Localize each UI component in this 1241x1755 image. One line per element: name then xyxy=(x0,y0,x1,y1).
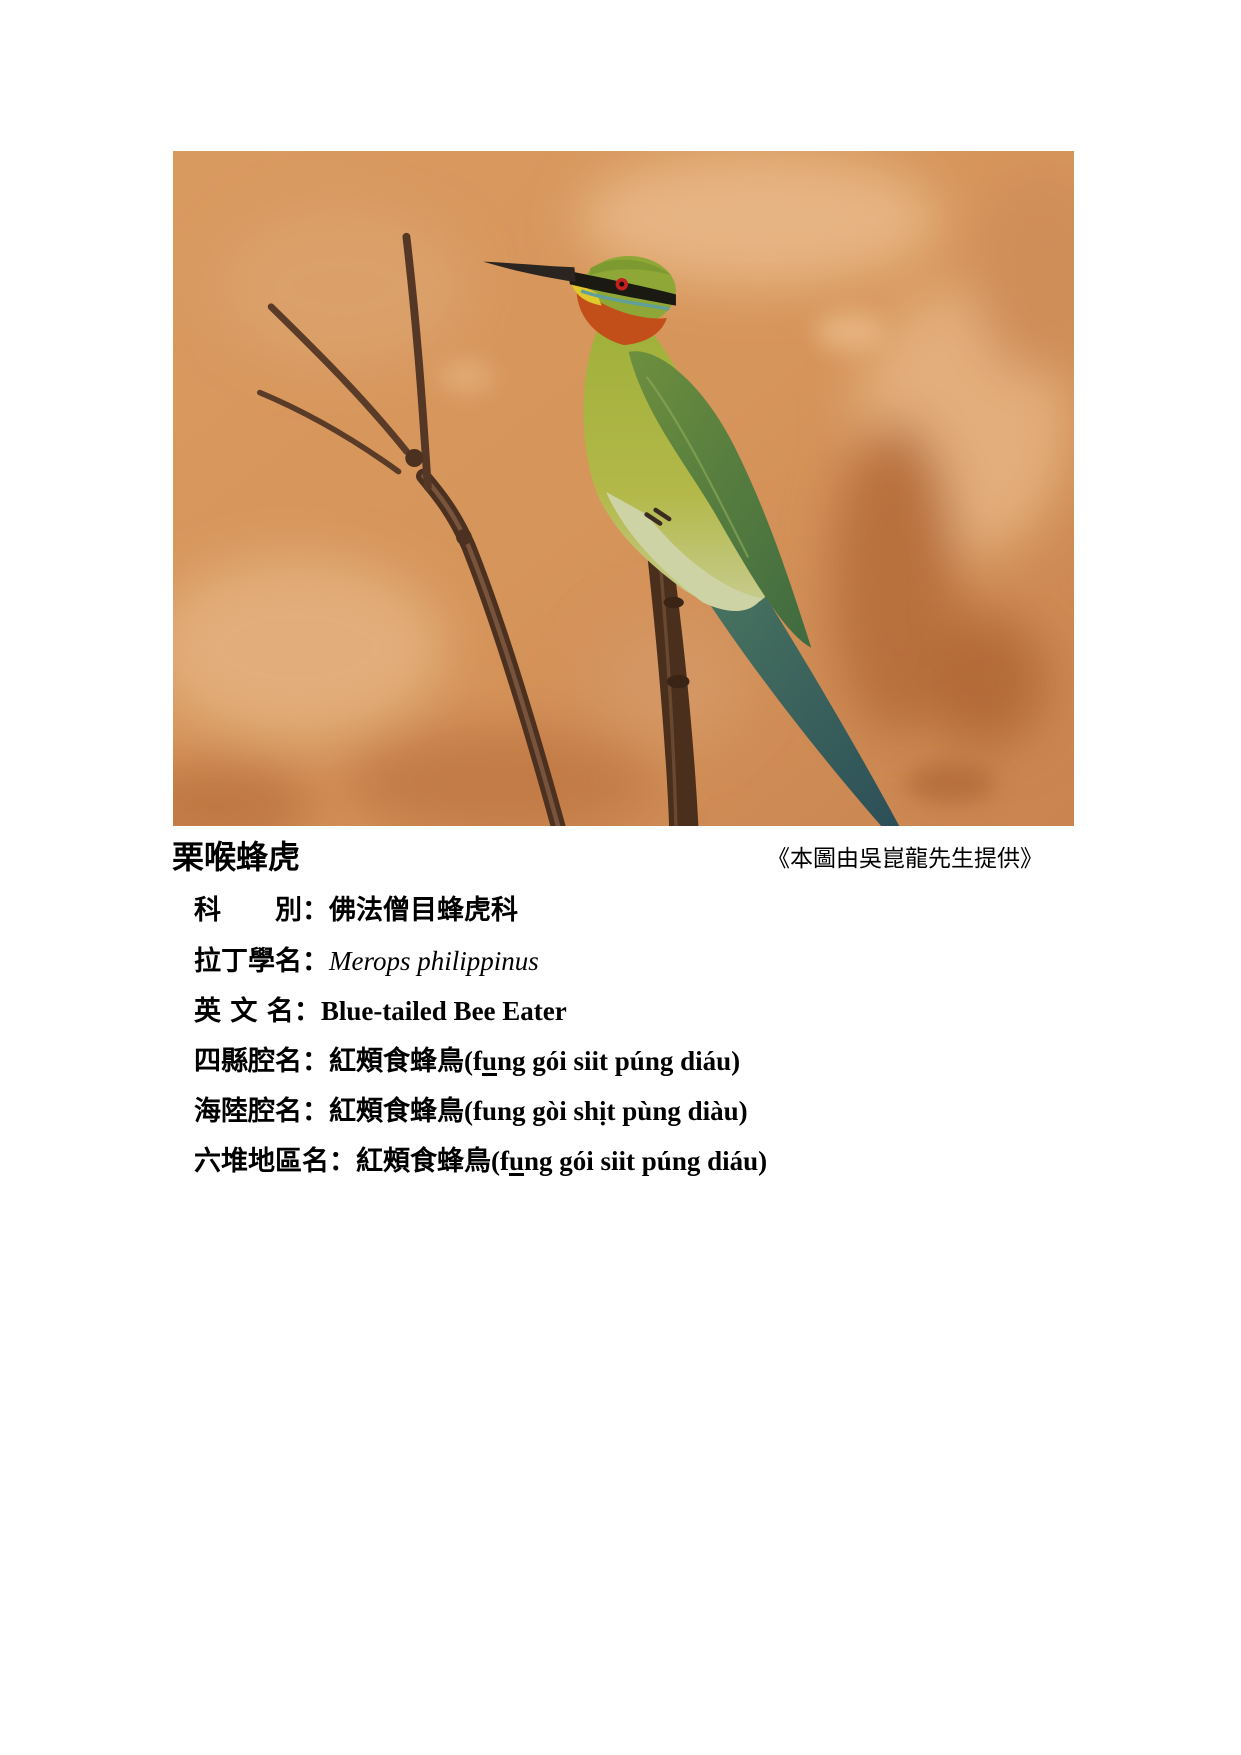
field-separator: ： xyxy=(302,1096,329,1127)
romanization-underlined: u xyxy=(508,1146,525,1176)
field-sixian-name: 四縣腔名：紅頰食蜂鳥(fung gói siit púng diáu) xyxy=(194,1036,767,1086)
field-value-han: 紅頰食蜂鳥 xyxy=(356,1146,491,1177)
romanization-part: ng gói siit púng diáu) xyxy=(524,1146,768,1176)
field-romanization: (fung gói siit púng diáu) xyxy=(491,1146,767,1176)
field-english-name: 英 文 名：Blue-tailed Bee Eater xyxy=(194,986,767,1036)
romanization-part: (f xyxy=(464,1046,482,1076)
field-romanization: (fung gòi shịt pùng diàu) xyxy=(464,1096,748,1126)
field-separator: ： xyxy=(302,946,329,977)
field-hailu-name: 海陸腔名：紅頰食蜂鳥(fung gòi shịt pùng diàu) xyxy=(194,1086,767,1136)
field-value: 佛法僧目蜂虎科 xyxy=(329,895,518,926)
field-value: Blue-tailed Bee Eater xyxy=(320,996,567,1026)
field-romanization: (fung gói siit púng diáu) xyxy=(464,1046,740,1076)
field-label: 四縣腔名 xyxy=(194,1046,302,1077)
field-label: 六堆地區名 xyxy=(194,1146,329,1177)
field-label: 科 別 xyxy=(194,895,302,926)
species-title: 栗喉蜂虎 xyxy=(172,838,301,876)
field-label: 英 文 名 xyxy=(194,996,294,1027)
field-value-han: 紅頰食蜂鳥 xyxy=(329,1096,464,1127)
bird-photo xyxy=(173,151,1074,826)
field-liudui-name: 六堆地區名：紅頰食蜂鳥(fung gói siit púng diáu) xyxy=(194,1136,767,1186)
romanization-underlined: u xyxy=(481,1046,498,1076)
field-separator: ： xyxy=(293,996,321,1027)
romanization-part: (f xyxy=(491,1146,509,1176)
field-label: 拉丁學名 xyxy=(194,946,302,977)
species-info-list: 科 別：佛法僧目蜂虎科 拉丁學名：Merops philippinus 英 文 … xyxy=(194,886,767,1186)
field-separator: ： xyxy=(302,1046,329,1077)
romanization-part: ng gói siit púng diáu) xyxy=(497,1046,741,1076)
field-family: 科 別：佛法僧目蜂虎科 xyxy=(194,886,767,936)
field-latin-name: 拉丁學名：Merops philippinus xyxy=(194,936,767,986)
field-separator: ： xyxy=(302,895,329,926)
photo-credit: 《本圖由吳崑龍先生提供》 xyxy=(767,846,1043,872)
bird-photo-illustration xyxy=(173,151,1074,826)
field-label: 海陸腔名 xyxy=(194,1096,302,1127)
field-value: Merops philippinus xyxy=(329,946,539,976)
field-separator: ： xyxy=(329,1146,356,1177)
field-value-han: 紅頰食蜂鳥 xyxy=(329,1046,464,1077)
